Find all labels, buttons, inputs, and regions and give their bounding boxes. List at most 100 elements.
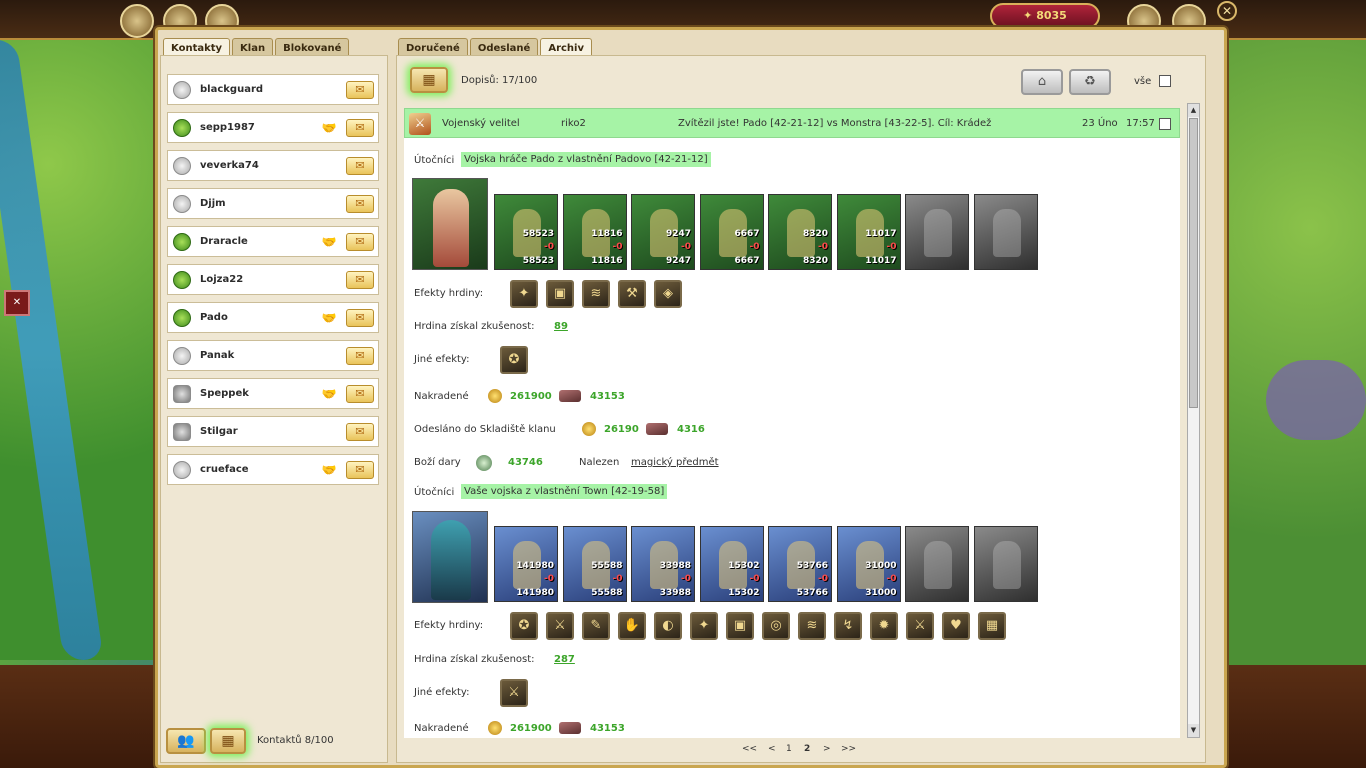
effect-icon[interactable]: ↯: [834, 612, 862, 640]
unit-card[interactable]: 58523 -0 58523: [494, 194, 558, 270]
effect-icon[interactable]: ▣: [726, 612, 754, 640]
alliance-handshake-icon[interactable]: 🤝: [318, 311, 340, 325]
other-effects-label: Jiné efekty:: [414, 354, 470, 365]
send-mail-button[interactable]: ✉: [346, 80, 374, 99]
message-type: Vojenský velitel: [442, 118, 520, 129]
message-header[interactable]: ⚔ Vojenský velitel riko2 Zvítězil jste! …: [404, 108, 1180, 138]
effect-icon[interactable]: ≋: [798, 612, 826, 640]
scroll-down-icon[interactable]: ▼: [1188, 724, 1199, 737]
unit-card[interactable]: 33988 -0 33988: [631, 526, 695, 602]
unit-card[interactable]: 53766 -0 53766: [768, 526, 832, 602]
send-mail-button[interactable]: ✉: [346, 156, 374, 175]
contact-row[interactable]: Djjm ✉: [167, 188, 379, 219]
effect-icon[interactable]: ✦: [690, 612, 718, 640]
unit-card[interactable]: 11816 -0 11816: [562, 194, 627, 270]
contact-row[interactable]: Stilgar ✉: [167, 416, 379, 447]
effect-icon[interactable]: ✎: [582, 612, 610, 640]
sword-icon: ⚔: [409, 113, 431, 135]
sent-ore: 4316: [677, 424, 705, 435]
effect-icon[interactable]: ⚒: [618, 280, 646, 308]
send-mail-button[interactable]: ✉: [346, 308, 374, 327]
pager-prev[interactable]: <: [768, 744, 776, 754]
send-mail-button[interactable]: ✉: [346, 194, 374, 213]
unit-card[interactable]: 15302 -0 15302: [699, 526, 764, 602]
unit-card[interactable]: 31000 -0 31000: [836, 526, 901, 602]
unit-card[interactable]: 8320 -0 8320: [768, 194, 832, 270]
unit-card[interactable]: 11017 -0 11017: [836, 194, 901, 270]
close-icon[interactable]: ✕: [1217, 1, 1237, 21]
contact-row[interactable]: Speppek 🤝 ✉: [167, 378, 379, 409]
contact-row[interactable]: Draracle 🤝 ✉: [167, 226, 379, 257]
effect-icon[interactable]: ◈: [654, 280, 682, 308]
send-mail-button[interactable]: ✉: [346, 384, 374, 403]
unit-card[interactable]: [905, 526, 969, 602]
effect-icon[interactable]: ▣: [546, 280, 574, 308]
message-scrollbar[interactable]: ▲ ▼: [1187, 103, 1200, 738]
pager-first[interactable]: <<: [742, 744, 757, 754]
unit-card[interactable]: 9247 -0 9247: [631, 194, 695, 270]
alliance-handshake-icon[interactable]: 🤝: [318, 121, 340, 135]
effect-icon[interactable]: ◎: [762, 612, 790, 640]
effect-icon[interactable]: ✋: [618, 612, 646, 640]
pager-last[interactable]: >>: [841, 744, 856, 754]
hero-portrait[interactable]: [412, 178, 488, 270]
archive-chest-button[interactable]: ▦: [410, 67, 448, 93]
add-contact-button[interactable]: 👥: [166, 728, 206, 754]
effect-icon[interactable]: ✦: [510, 280, 538, 308]
effect-icon[interactable]: ✹: [870, 612, 898, 640]
effect-icon[interactable]: ⚔: [546, 612, 574, 640]
stolen-ore: 43153: [590, 723, 625, 734]
send-mail-button[interactable]: ✉: [346, 270, 374, 289]
message-checkbox[interactable]: [1159, 118, 1171, 130]
contact-row[interactable]: blackguard ✉: [167, 74, 379, 105]
effect-icon[interactable]: ✪: [510, 612, 538, 640]
contact-row[interactable]: Lojza22 ✉: [167, 264, 379, 295]
scroll-thumb[interactable]: [1189, 118, 1198, 408]
effect-icon[interactable]: ⚔: [500, 679, 528, 707]
scroll-up-icon[interactable]: ▲: [1188, 104, 1199, 117]
unit-count-after: 141980: [516, 588, 554, 598]
hero-xp-value[interactable]: 89: [554, 321, 568, 332]
delete-basket-button[interactable]: ♻: [1069, 69, 1111, 95]
contact-row[interactable]: veverka74 ✉: [167, 150, 379, 181]
send-mail-button[interactable]: ✉: [346, 460, 374, 479]
send-mail-button[interactable]: ✉: [346, 118, 374, 137]
alliance-handshake-icon[interactable]: 🤝: [318, 235, 340, 249]
contact-name: Stilgar: [200, 426, 238, 437]
side-alert-icon[interactable]: ✕: [4, 290, 30, 316]
select-all-checkbox[interactable]: [1159, 75, 1171, 87]
effect-icon[interactable]: ♥: [942, 612, 970, 640]
contact-row[interactable]: Pado 🤝 ✉: [167, 302, 379, 333]
effect-icon[interactable]: ◐: [654, 612, 682, 640]
effect-icon[interactable]: ⚔: [906, 612, 934, 640]
unit-card[interactable]: 141980 -0 141980: [494, 526, 558, 602]
send-mail-button[interactable]: ✉: [346, 346, 374, 365]
unit-card[interactable]: 6667 -0 6667: [699, 194, 764, 270]
restore-button[interactable]: ⌂: [1021, 69, 1063, 95]
unit-card[interactable]: 55588 -0 55588: [562, 526, 627, 602]
contacts-chest-button[interactable]: ▦: [210, 728, 246, 754]
hero-xp-value[interactable]: 287: [554, 654, 575, 665]
select-all-label: vše: [1134, 76, 1152, 87]
pager-next[interactable]: >: [823, 744, 831, 754]
contact-row[interactable]: Panak ✉: [167, 340, 379, 371]
contact-name: veverka74: [200, 160, 259, 171]
effect-icon[interactable]: ≋: [582, 280, 610, 308]
alliance-handshake-icon[interactable]: 🤝: [318, 463, 340, 477]
send-mail-button[interactable]: ✉: [346, 232, 374, 251]
unit-card[interactable]: [973, 194, 1038, 270]
pager-page-1[interactable]: 1: [786, 744, 792, 754]
hero-portrait[interactable]: [412, 511, 488, 603]
pager-page-2[interactable]: 2: [804, 744, 810, 754]
menu-round-button[interactable]: [120, 4, 154, 38]
effect-icon[interactable]: ▦: [978, 612, 1006, 640]
unit-card[interactable]: [905, 194, 969, 270]
contact-row[interactable]: crueface 🤝 ✉: [167, 454, 379, 485]
magic-item-link[interactable]: magický předmět: [631, 457, 719, 468]
unit-count-after: 55588: [591, 588, 623, 598]
alliance-handshake-icon[interactable]: 🤝: [318, 387, 340, 401]
send-mail-button[interactable]: ✉: [346, 422, 374, 441]
contact-row[interactable]: sepp1987 🤝 ✉: [167, 112, 379, 143]
unit-card[interactable]: [973, 526, 1038, 602]
effect-icon[interactable]: ✪: [500, 346, 528, 374]
